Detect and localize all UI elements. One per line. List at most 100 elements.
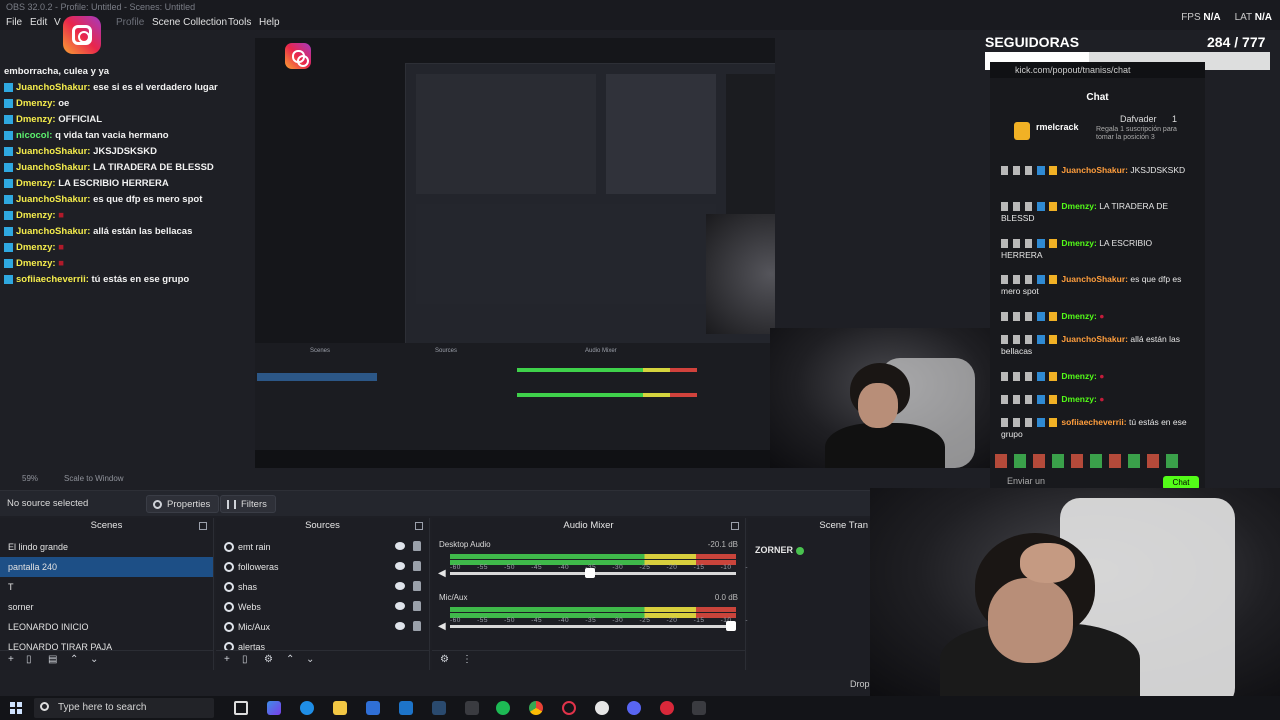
chat-name: JuanchoShakur: [16,194,91,205]
source-item[interactable]: emt rain [216,537,429,557]
taskbar-search[interactable]: Type here to search [34,698,214,718]
scenes-dock: Scenes El lindo grande pantalla 240 T so… [0,518,214,670]
mixer-channel-mic: Mic/Aux 0.0 dB -60 -55 -50 -45 -40 -35 -… [438,593,765,643]
scene-item[interactable]: El lindo grande [0,537,213,557]
gear-icon[interactable]: ⚙ [264,654,273,665]
mini-scenes-title: Scenes [310,348,331,354]
chat-line: Dmenzy: ■ [4,242,64,253]
spotify-icon[interactable] [496,701,510,715]
channel-db: 0.0 dB [714,593,738,602]
move-down-icon[interactable]: ⌄ [306,654,314,665]
scene-item[interactable]: T [0,577,213,597]
drop-label: Drop [850,679,870,689]
eye-icon[interactable] [395,542,405,550]
volume-knob[interactable] [726,621,736,631]
source-toolbar: No source selected Properties Filters [0,490,870,516]
chat-text: OFFICIAL [58,114,103,125]
kick-message: Dmenzy: ● [1001,310,1196,322]
eye-icon[interactable] [395,622,405,630]
edge-icon[interactable] [300,701,314,715]
scale-mode[interactable]: Scale to Window [64,474,124,483]
mixer-settings-icon[interactable]: ⚙ [440,654,449,665]
store-icon[interactable] [366,701,380,715]
source-item[interactable]: followeras [216,557,429,577]
undock-icon[interactable] [199,522,207,530]
chat-name: JuanchoShakur: [16,82,91,93]
menu-help[interactable]: Help [259,17,280,28]
volume-slider[interactable] [450,621,736,631]
undock-icon[interactable] [731,522,739,530]
outlook-icon[interactable] [399,701,413,715]
chat-line: JuanchoShakur: es que dfp es mero spot [4,194,202,205]
source-item[interactable]: shas [216,577,429,597]
move-up-icon[interactable]: ⌃ [286,654,294,665]
copilot-icon[interactable] [267,701,281,715]
filter-icon[interactable]: ▤ [48,654,57,665]
kick-name: Dmenzy: [1061,201,1097,211]
obs-icon[interactable] [595,701,609,715]
screen: OBS 32.0.2 - Profile: Untitled - Scenes:… [0,0,1280,720]
source-item[interactable]: Mic/Aux [216,617,429,637]
app-icon[interactable] [660,701,674,715]
source-name: Webs [238,602,261,612]
source-name: shas [238,582,258,592]
preview-canvas[interactable]: Scenes Sources Audio Mixer [255,38,775,468]
app-icon[interactable] [692,701,706,715]
source-item[interactable]: Webs [216,597,429,617]
speaker-icon[interactable]: ◀ [438,621,446,632]
chat-name: Dmenzy: [16,178,56,189]
nested-capture [405,63,775,353]
scene-item[interactable]: LEONARDO INICIO [0,617,213,637]
menu-view[interactable]: V [54,17,61,28]
chrome-icon[interactable] [529,701,543,715]
trash-icon[interactable]: ▯ [242,654,248,665]
trash-icon[interactable]: ▯ [26,654,32,665]
move-down-icon[interactable]: ⌄ [90,654,98,665]
lock-icon[interactable] [413,561,421,571]
preview-status-bar: 59% Scale to Window [0,468,870,490]
mod-tools-icon [1001,418,1059,428]
add-icon[interactable]: + [224,654,230,665]
eye-icon[interactable] [395,582,405,590]
crown-icon [1014,122,1030,140]
scene-item[interactable]: LEONARDO TIRAR PAJA [0,637,213,651]
task-view-icon[interactable] [234,701,248,715]
undock-icon[interactable] [415,522,423,530]
windows-start-icon[interactable] [10,702,22,714]
scene-item[interactable]: sorner [0,597,213,617]
discord-icon[interactable] [627,701,641,715]
mini-selected-row [257,373,377,381]
lock-icon[interactable] [413,541,421,551]
more-icon[interactable]: ⋮ [462,654,472,665]
menu-tools[interactable]: Tools [228,17,251,28]
lock-icon[interactable] [413,601,421,611]
menu-profile[interactable]: Profile [116,17,144,28]
steam-icon[interactable] [432,701,446,715]
source-type-icon [224,602,234,612]
chat-text: oe [58,98,70,109]
volume-knob[interactable] [585,568,596,578]
eye-icon[interactable] [395,602,405,610]
opera-icon[interactable] [562,701,576,715]
filters-button[interactable]: Filters [220,495,276,513]
menu-scene-collection[interactable]: Scene Collection [152,17,227,28]
badge-icon [4,258,13,268]
move-up-icon[interactable]: ⌃ [70,654,78,665]
lock-icon[interactable] [413,621,421,631]
menu-edit[interactable]: Edit [30,17,47,28]
lock-icon[interactable] [413,581,421,591]
volume-slider[interactable] [450,568,736,578]
file-explorer-icon[interactable] [333,701,347,715]
webcam-feed-small [770,328,990,468]
source-item[interactable]: alertas [216,637,429,651]
speaker-icon[interactable]: ◀ [438,568,446,579]
chat-line: JuanchoShakur: LA TIRADERA DE BLESSD [4,162,214,173]
emote-bar[interactable] [995,454,1185,468]
app-icon[interactable] [465,701,479,715]
scene-item[interactable]: pantalla 240 [0,557,213,577]
menu-file[interactable]: File [6,17,22,28]
add-icon[interactable]: + [8,654,14,665]
properties-button[interactable]: Properties [146,495,220,513]
chat-input[interactable]: Enviar un [1007,476,1045,486]
eye-icon[interactable] [395,562,405,570]
